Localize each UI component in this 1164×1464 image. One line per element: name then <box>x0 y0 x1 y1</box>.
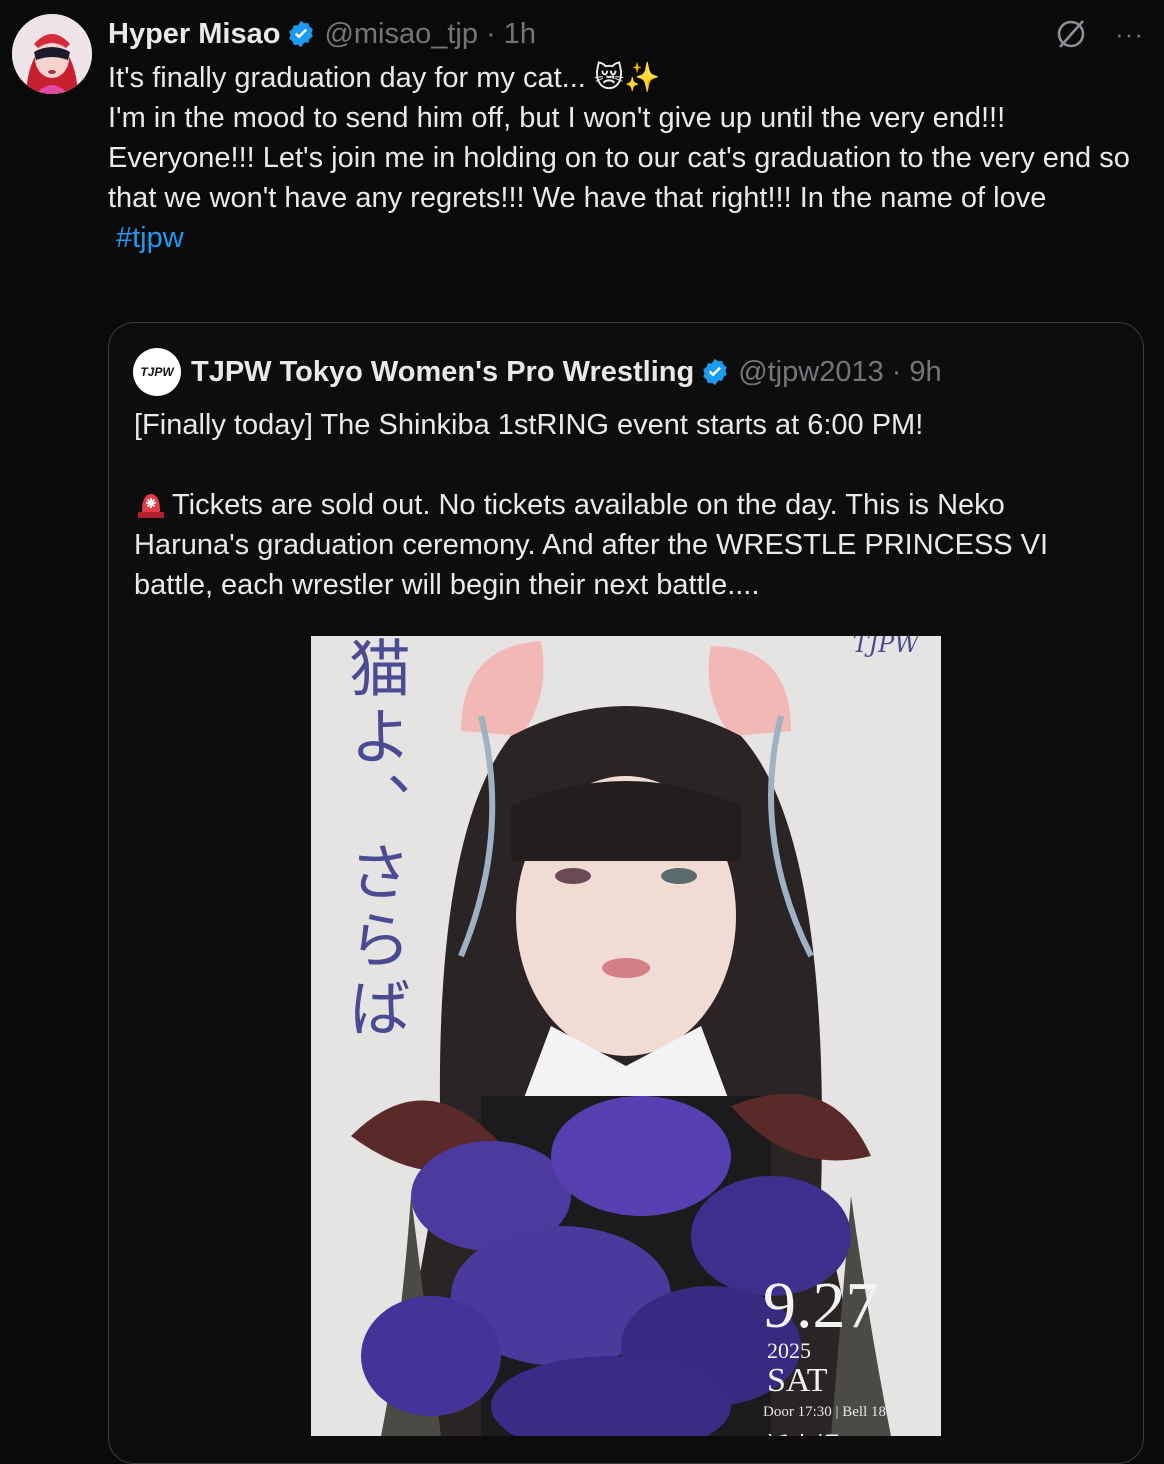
hashtag-link[interactable]: #tjpw <box>116 218 184 258</box>
tweet-line: I'm in the mood to send him off, but I w… <box>108 102 1006 134</box>
quoted-line: Tickets are sold out. No tickets availab… <box>134 489 1049 601</box>
poster-weekday: SAT <box>767 1362 828 1399</box>
more-options-icon[interactable]: ··· <box>1115 21 1144 47</box>
tweet-time[interactable]: 1h <box>504 18 536 51</box>
separator-dot: · <box>891 355 902 388</box>
poster-date: 9.27 <box>763 1269 879 1342</box>
author-name[interactable]: Hyper Misao <box>108 18 280 51</box>
quoted-tweet[interactable]: TJPW TJPW Tokyo Women's Pro Wrestling @t… <box>108 322 1144 1464</box>
author-avatar-image <box>12 14 92 94</box>
poster-door-bell-times: Door 17:30 | Bell 18:00 <box>763 1404 906 1420</box>
poster-year: 2025 <box>767 1338 811 1363</box>
header-actions: ··· <box>1053 14 1144 54</box>
verified-badge-icon <box>289 20 314 48</box>
author-handle[interactable]: @misao_tjp <box>324 18 478 51</box>
tweet-header: Hyper Misao @misao_tjp · 1h ··· <box>108 14 1144 54</box>
quoted-author-avatar[interactable]: TJPW <box>133 348 181 396</box>
quoted-tweet-text: [Finally today] The Shinkiba 1stRING eve… <box>134 405 1124 605</box>
separator-dot: · <box>486 17 496 50</box>
author-avatar[interactable] <box>12 14 92 94</box>
quoted-tweet-time[interactable]: 9h <box>909 356 941 389</box>
tweet-line: It's finally graduation day for my cat..… <box>108 62 661 94</box>
quoted-author-handle[interactable]: @tjpw2013 <box>738 356 884 389</box>
poster-image[interactable]: 猫よ、さらば TJPW 9.27 2025 SAT Door 17:30 | Bel… <box>311 636 941 1436</box>
quoted-author-name[interactable]: TJPW Tokyo Women's Pro Wrestling <box>191 356 694 389</box>
tweet-line: Everyone!!! Let's join me in holding on … <box>108 142 1130 214</box>
tweet-text: It's finally graduation day for my cat..… <box>108 58 1148 258</box>
quoted-tweet-header: TJPW TJPW Tokyo Women's Pro Wrestling @t… <box>133 348 942 396</box>
poster-logo: TJPW <box>852 636 919 658</box>
quoted-line: [Finally today] The Shinkiba 1stRING eve… <box>134 409 924 441</box>
grok-icon[interactable] <box>1053 16 1089 52</box>
siren-emoji-icon <box>138 494 164 518</box>
verified-badge-icon <box>703 358 727 386</box>
poster-date-block: 9.272025SAT Door 17:30 | Bell 18:00 新木場1… <box>763 1269 941 1437</box>
poster-vertical-title: 猫よ、さらば <box>338 636 411 1044</box>
